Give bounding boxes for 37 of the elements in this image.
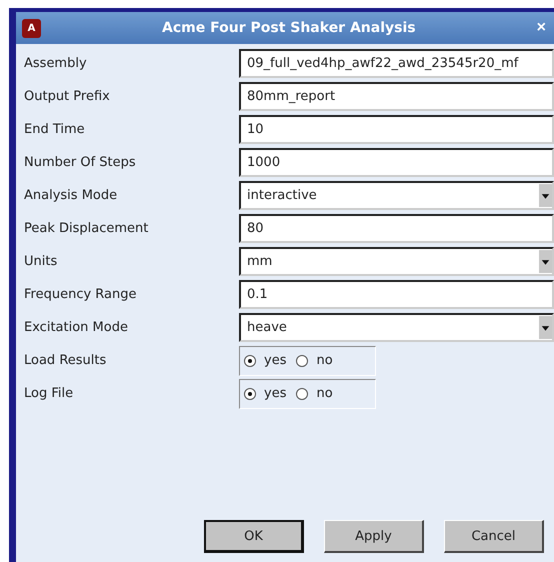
radio-label[interactable]: no [316, 353, 333, 368]
app-logo: A [22, 18, 41, 38]
field-label: End Time [24, 122, 86, 137]
dropdown-value: heave [247, 320, 287, 335]
radio-label[interactable]: no [316, 386, 333, 401]
dialog-button[interactable]: OK [204, 520, 304, 553]
field-label: Frequency Range [24, 287, 138, 302]
radio-button[interactable] [296, 388, 308, 400]
text-field[interactable]: 0.1 [239, 280, 554, 309]
window-title: Acme Four Post Shaker Analysis [161, 20, 417, 36]
field-label: Analysis Mode [24, 188, 118, 203]
field-label: Number Of Steps [24, 155, 137, 170]
field-label: Load Results [24, 353, 108, 368]
dropdown[interactable]: heave [239, 313, 554, 342]
text-field[interactable]: 10 [239, 115, 554, 144]
text-field[interactable]: 80mm_report [239, 82, 554, 111]
radio-label[interactable]: yes [264, 386, 286, 401]
dropdown[interactable]: mm [239, 247, 554, 276]
field-label: Output Prefix [24, 89, 111, 104]
radio-button[interactable] [244, 388, 256, 400]
radio-button[interactable] [244, 354, 256, 366]
dialog-button[interactable]: Apply [324, 520, 424, 553]
field-label: Excitation Mode [24, 320, 129, 335]
field-label: Units [24, 254, 58, 269]
radio-button[interactable] [296, 354, 308, 366]
field-label: Assembly [24, 56, 88, 71]
dropdown[interactable]: interactive [239, 181, 554, 210]
text-field[interactable]: 09_full_ved4hp_awf22_awd_23545r20_mf [239, 49, 554, 78]
dropdown-value: mm [247, 254, 272, 269]
field-label: Log File [24, 386, 74, 401]
radio-label[interactable]: yes [264, 353, 286, 368]
dialog-button[interactable]: Cancel [444, 520, 544, 553]
dropdown-value: interactive [247, 188, 317, 203]
field-label: Peak Displacement [24, 221, 150, 236]
text-field[interactable]: 80 [239, 214, 554, 243]
text-field[interactable]: 1000 [239, 148, 554, 177]
close-button[interactable]: × [536, 19, 546, 37]
